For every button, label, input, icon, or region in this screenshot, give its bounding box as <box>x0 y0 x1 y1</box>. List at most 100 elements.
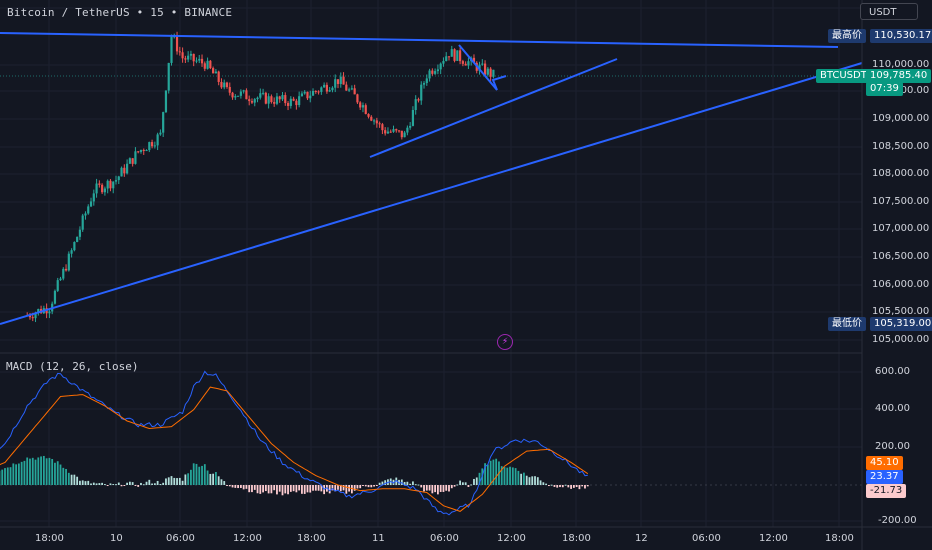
candle-body <box>239 91 242 96</box>
macd-hist-bar <box>109 483 112 485</box>
macd-hist-bar <box>473 478 475 485</box>
candle-body <box>56 280 59 291</box>
macd-hist-bar <box>84 481 87 485</box>
candle-body <box>248 99 251 102</box>
macd-hist-bar <box>198 466 201 485</box>
macd-hist-bar <box>328 485 331 494</box>
candle-body <box>212 68 215 74</box>
currency-button[interactable]: USDT <box>860 3 918 20</box>
macd-hist-bar <box>184 474 187 485</box>
candle-body <box>325 84 328 92</box>
macd-hist-bar <box>523 472 525 485</box>
candle-body <box>278 96 281 100</box>
macd-hist-bar <box>584 485 586 489</box>
candle-body <box>420 84 423 101</box>
candle-body <box>137 151 140 153</box>
candle-body <box>492 69 495 77</box>
macd-hist-bar <box>159 484 162 486</box>
macd-hist-bar <box>536 477 539 485</box>
macd-hist-bar <box>520 473 523 485</box>
candle-body <box>342 76 345 85</box>
macd-hist-bar <box>287 485 289 495</box>
macd-hist-bar <box>34 459 37 485</box>
trendline-resistance <box>0 32 839 48</box>
macd-hist-bar <box>29 458 31 485</box>
symbol-title[interactable]: Bitcoin / TetherUS • 15 • BINANCE <box>7 6 232 19</box>
macd-hist-bar <box>506 467 509 485</box>
price-tick-label: 107,000.00 <box>872 223 930 234</box>
candle-body <box>153 145 156 147</box>
candle-body <box>223 82 226 88</box>
macd-hist-bar <box>561 485 564 488</box>
candle-body <box>175 36 179 52</box>
candle-body <box>81 215 84 230</box>
candle-body <box>214 71 217 74</box>
macd-hist-bar <box>545 483 548 485</box>
macd-hist-bar <box>486 464 489 485</box>
macd-hist-bar <box>425 485 428 491</box>
candle-body <box>231 92 234 98</box>
candle-body <box>120 167 123 177</box>
macd-hist-bar <box>470 484 473 486</box>
candle-body <box>195 60 198 62</box>
macd-hist-bar <box>181 480 184 485</box>
macd-hist-bar <box>20 461 23 485</box>
price-tick-label: 107,500.00 <box>872 196 930 207</box>
macd-hist-bar <box>239 485 242 488</box>
candle-body <box>167 62 170 91</box>
time-tick-label: 06:00 <box>430 533 459 544</box>
candle-body <box>400 130 403 138</box>
macd-hist-bar <box>528 477 531 485</box>
time-tick-label: 18:00 <box>562 533 591 544</box>
macd-hist-bar <box>231 485 234 488</box>
candle-body <box>126 163 129 174</box>
macd-hist-bar <box>356 485 359 489</box>
candle-body <box>425 78 428 84</box>
macd-hist-bar <box>256 485 259 494</box>
macd-hist-bar <box>248 485 251 493</box>
candle-body <box>106 180 109 189</box>
candle-body <box>323 84 326 88</box>
candle-body <box>320 87 323 92</box>
macd-hist-bar <box>559 485 561 488</box>
flash-icon[interactable]: ⚡ <box>497 334 513 350</box>
candle-body <box>417 99 420 101</box>
macd-hist-bar <box>220 479 223 485</box>
candle-body <box>150 142 154 147</box>
macd-hist-bar <box>120 485 123 487</box>
time-tick-label: 18:00 <box>35 533 64 544</box>
candle-body <box>261 92 265 94</box>
candle-body <box>348 89 351 91</box>
macd-hist-bar <box>223 481 226 485</box>
macd-hist-bar <box>104 484 106 486</box>
candle-body <box>128 158 131 164</box>
macd-hist-bar <box>92 482 95 485</box>
macd-signal-value: -21.73 <box>866 484 907 498</box>
macd-hist-bar <box>192 463 195 485</box>
macd-hist-bar <box>464 482 467 485</box>
candle-body <box>486 68 489 75</box>
macd-hist-bar <box>531 476 534 485</box>
low-label: 最低价 <box>828 317 866 331</box>
candle-body <box>245 90 248 100</box>
macd-hist-bar <box>289 485 292 492</box>
macd-hist-bar <box>362 485 364 486</box>
macd-hist-bar <box>170 476 173 485</box>
macd-hist-bar <box>126 482 128 485</box>
candle-body <box>73 241 76 251</box>
candle-body <box>334 79 337 88</box>
trendlines[interactable] <box>0 32 863 325</box>
grid <box>0 0 862 527</box>
candle-body <box>98 183 101 185</box>
macd-hist-bar <box>128 481 131 485</box>
macd-hist-bar <box>12 463 15 485</box>
candle-body <box>389 131 392 133</box>
low-value: 105,319.00 <box>870 317 932 331</box>
chart-canvas[interactable] <box>0 0 932 550</box>
macd-indicator-label[interactable]: MACD (12, 26, close) <box>6 360 138 373</box>
macd-hist-bar <box>428 485 431 491</box>
candle-body <box>384 130 387 134</box>
candle-body <box>428 70 431 79</box>
candle-body <box>289 98 292 106</box>
macd-hist-bar <box>31 457 34 485</box>
